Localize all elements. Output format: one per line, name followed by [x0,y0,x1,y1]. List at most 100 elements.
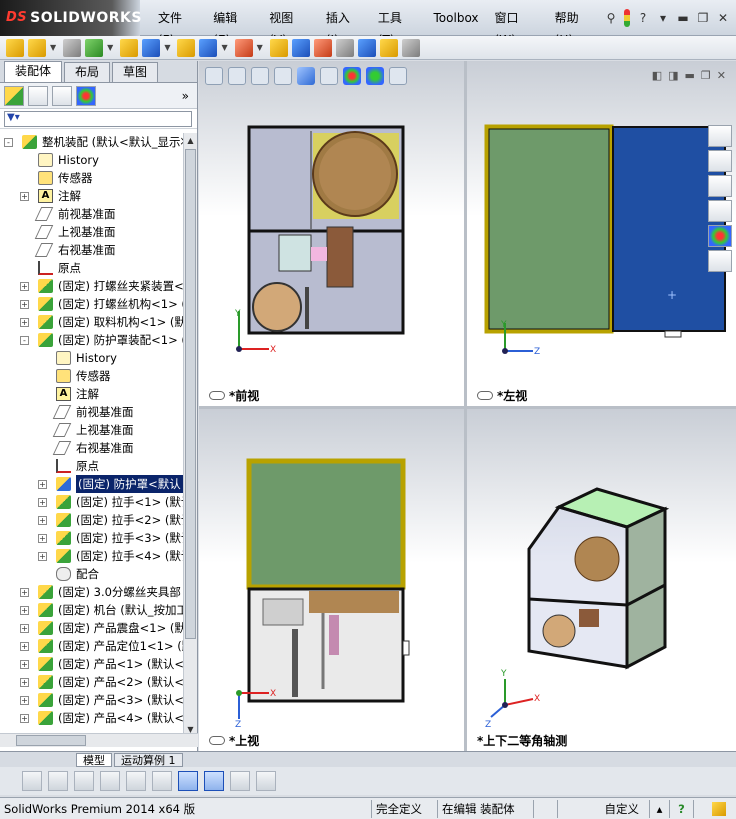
expand-icon[interactable]: + [20,660,29,669]
chevron-down-icon[interactable]: ▼ [164,43,170,52]
expand-icon[interactable]: + [20,192,29,201]
tree-item[interactable]: + (固定) 拉手<1> (默认 [0,493,184,511]
expand-icon[interactable]: + [20,624,29,633]
help-icon[interactable]: ? [670,799,694,818]
tree-item[interactable]: 传感器 [0,367,184,385]
single-view-icon[interactable] [22,771,42,791]
layout-icon[interactable] [256,771,276,791]
viewport-top[interactable]: Z X *上视 [199,409,464,751]
tree-item[interactable]: + (固定) 产品定位1<1> (默 [0,637,184,655]
feature-tree-icon[interactable] [4,85,24,106]
tree-item[interactable]: 上视基准面 [0,223,184,241]
tree-item[interactable]: + (固定) 拉手<2> (默认 [0,511,184,529]
tree-vertical-scrollbar[interactable]: ▲ ▼ [183,133,197,737]
expand-icon[interactable]: + [38,552,47,561]
table-icon[interactable] [230,771,250,791]
tab-sketch[interactable]: 草图 [112,62,159,82]
four-view-icon[interactable] [100,771,120,791]
file-explorer-icon[interactable] [708,175,732,197]
scroll-up-icon[interactable]: ▲ [185,134,196,147]
tab-layout[interactable]: 布局 [64,62,111,82]
tree-item[interactable]: 上视基准面 [0,421,184,439]
collapse-icon[interactable]: - [20,336,29,345]
tree-item[interactable]: 原点 [0,457,184,475]
menu-insert[interactable]: 插入(I) [318,7,370,47]
expand-icon[interactable]: + [20,696,29,705]
standard-views-icon[interactable] [178,771,198,791]
tree-item[interactable]: 前视基准面 [0,205,184,223]
smart-fasteners-icon[interactable] [120,38,139,57]
collapse-icon[interactable]: - [4,138,13,147]
expand-icon[interactable]: + [20,606,29,615]
menu-tools[interactable]: 工具(T) [370,7,426,47]
chevron-up-icon[interactable]: ▴ [650,799,670,818]
menu-view[interactable]: 视图(V) [261,7,318,47]
property-manager-icon[interactable] [28,85,48,106]
reference-geometry-icon[interactable] [234,38,253,57]
new-motion-study-icon[interactable] [269,38,288,57]
show-hidden-icon[interactable] [177,38,196,57]
viewport-isometric[interactable]: Y X Z *上下二等角轴测 [467,409,736,751]
solidworks-resources-icon[interactable] [708,125,732,147]
expand-icon[interactable]: + [38,534,47,543]
help-icon[interactable]: ? [636,11,650,25]
toggle-icon[interactable] [152,771,172,791]
menu-toolbox[interactable]: Toolbox [426,7,487,29]
chevron-down-icon[interactable]: ▼ [107,43,113,52]
instant3d-icon[interactable] [401,38,420,57]
linear-pattern-icon[interactable] [85,38,104,57]
tree-item[interactable]: + (固定) 取料机构<1> (默认 [0,313,184,331]
chevron-down-icon[interactable]: ▼ [50,43,56,52]
tree-item[interactable]: + (固定) 机台 (默认_按加工 [0,601,184,619]
interference-detection-icon[interactable] [357,38,376,57]
explode-line-sketch-icon[interactable] [335,38,354,57]
viewport-front[interactable]: Y X *前视 [199,61,464,406]
expand-icon[interactable]: + [20,714,29,723]
mate-icon[interactable] [63,38,82,57]
move-component-icon[interactable] [142,38,161,57]
scroll-thumb[interactable] [185,149,196,639]
expand-icon[interactable]: + [20,678,29,687]
tree-item[interactable]: + (固定) 拉手<3> (默认 [0,529,184,547]
expand-icon[interactable]: + [20,282,29,291]
expand-icon[interactable]: + [20,300,29,309]
chevron-down-icon[interactable]: ▼ [221,43,227,52]
tree-item[interactable]: History [0,349,184,367]
tree-item[interactable]: + (固定) 3.0分螺丝夹具部 [0,583,184,601]
restore-icon[interactable]: ❐ [696,11,710,25]
expand-icon[interactable]: + [20,318,29,327]
two-view-horizontal-icon[interactable] [48,771,68,791]
link-views-icon[interactable] [126,771,146,791]
chevron-down-icon[interactable]: ▼ [257,43,263,52]
filter-input[interactable]: ▼▾ [4,110,192,127]
tree-item[interactable]: 右视基准面 [0,241,184,259]
close-icon[interactable]: ✕ [716,11,730,25]
configuration-manager-icon[interactable] [52,85,72,106]
rebuild-traffic-light-icon[interactable] [624,8,630,27]
tree-item[interactable]: + (固定) 产品<4> (默认<<默 [0,709,184,727]
tab-model[interactable]: 模型 [76,752,112,767]
design-library-icon[interactable] [708,150,732,172]
tree-item[interactable]: + (固定) 防护罩<默认 接 [0,475,184,493]
view-link-icon[interactable] [209,391,225,400]
tree-item[interactable]: + (固定) 产品<2> (默认<<默 [0,673,184,691]
insert-component-icon[interactable] [6,38,24,57]
tree-item[interactable]: 配合 [0,565,184,583]
custom-properties-icon[interactable] [708,250,732,272]
menu-window[interactable]: 窗口(W) [487,7,547,47]
isometric-icon[interactable] [204,771,224,791]
viewport-left[interactable]: ◧ ◨ ▬ ❐ ✕ + Y Z *左视 [467,61,736,406]
chevron-down-icon[interactable]: ▾ [656,11,670,25]
tree-item[interactable]: 原点 [0,259,184,277]
view-link-icon[interactable] [209,736,225,745]
tree-item[interactable]: + A 注解 [0,187,184,205]
menu-edit[interactable]: 编辑(E) [205,7,261,47]
view-palette-icon[interactable] [708,200,732,222]
view-link-icon[interactable] [477,391,493,400]
tree-item[interactable]: + (固定) 打螺丝夹紧装置<1> [0,277,184,295]
tree-horizontal-scrollbar[interactable] [0,733,198,747]
tree-item[interactable]: - 整机装配 (默认<默认_显示状 [0,133,184,151]
expand-icon[interactable]: + [20,642,29,651]
tree-item[interactable]: + (固定) 产品震盘<1> (默认 [0,619,184,637]
tag-icon[interactable] [712,801,726,816]
